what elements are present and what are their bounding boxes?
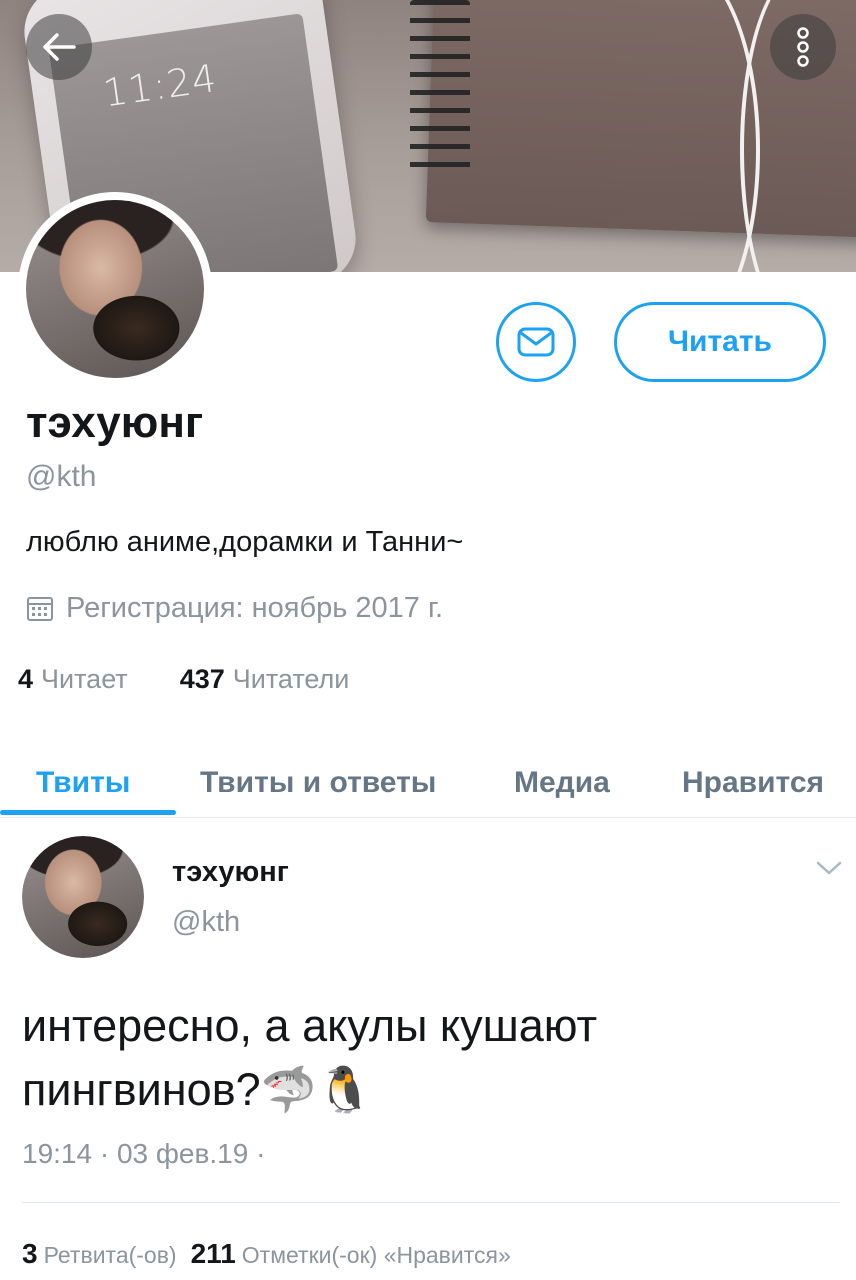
- profile-bio: люблю аниме,дорамки и Танни~: [26, 526, 464, 558]
- following-count: 4: [18, 664, 34, 694]
- tweet-author-handle: @kth: [172, 906, 241, 938]
- message-button[interactable]: [496, 302, 576, 382]
- tab-tweets[interactable]: Твиты: [36, 766, 130, 800]
- likes-count[interactable]: 211: [191, 1238, 236, 1270]
- divider: [22, 1202, 840, 1203]
- calendar-icon: [27, 596, 53, 621]
- tweet-avatar[interactable]: [22, 836, 144, 958]
- more-options-button[interactable]: [770, 14, 836, 80]
- more-vertical-icon: [797, 27, 809, 67]
- profile-tabs: Твиты Твиты и ответы Медиа Нравится: [0, 744, 856, 818]
- retweets-label[interactable]: Ретвита(-ов): [44, 1242, 177, 1269]
- back-button[interactable]: [26, 14, 92, 80]
- followers-label: Читатели: [232, 664, 350, 694]
- banner-earphone-cable: [600, 0, 760, 272]
- followers-link[interactable]: 437 Читатели: [180, 664, 350, 695]
- envelope-icon: [517, 327, 555, 357]
- profile-avatar[interactable]: [18, 192, 212, 386]
- following-link[interactable]: 4 Читает: [18, 664, 128, 695]
- retweets-count[interactable]: 3: [22, 1238, 38, 1270]
- profile-avatar-image: [26, 200, 204, 378]
- tab-likes[interactable]: Нравится: [682, 766, 824, 800]
- profile-display-name: тэхуюнг: [26, 398, 204, 447]
- profile-joined-date: Регистрация: ноябрь 2017 г.: [26, 592, 443, 625]
- chevron-down-icon: [816, 861, 842, 875]
- active-tab-indicator: [0, 810, 176, 815]
- tab-media[interactable]: Медиа: [514, 766, 610, 800]
- banner-notebook-spiral: [410, 0, 470, 180]
- joined-text: Регистрация: ноябрь 2017 г.: [66, 592, 444, 624]
- arrow-left-icon: [43, 33, 76, 61]
- tweet-avatar-image: [22, 836, 144, 958]
- following-label: Читает: [41, 664, 128, 694]
- tweet-menu-button[interactable]: [816, 860, 842, 881]
- likes-label[interactable]: Отметки(-ок) «Нравится»: [242, 1242, 511, 1269]
- tweet-text: интересно, а акулы кушают пингвинов?🦈🐧: [22, 1000, 598, 1115]
- tweet-engagement: 3 Ретвита(-ов) 211 Отметки(-ок) «Нравитс…: [22, 1238, 511, 1270]
- profile-stats: 4 Читает 437 Читатели: [18, 664, 349, 695]
- profile-handle: @kth: [26, 460, 97, 493]
- followers-count: 437: [179, 664, 225, 694]
- tweet-author-name[interactable]: тэхуюнг: [172, 856, 289, 889]
- follow-button[interactable]: Читать: [614, 302, 826, 382]
- tweet-timestamp[interactable]: 19:14 · 03 фев.19 ·: [22, 1138, 265, 1170]
- tab-tweets-and-replies[interactable]: Твиты и ответы: [200, 766, 436, 800]
